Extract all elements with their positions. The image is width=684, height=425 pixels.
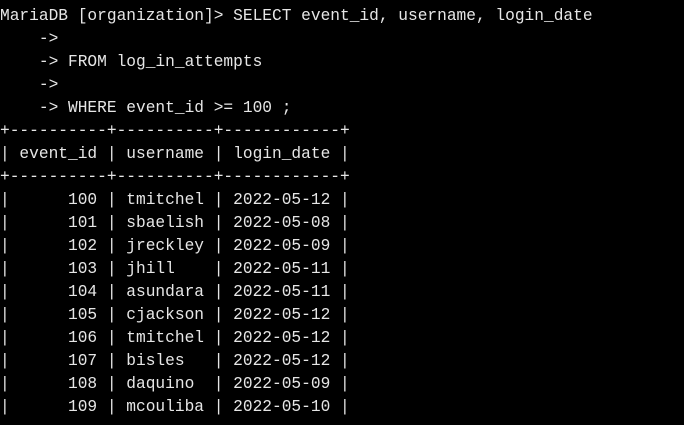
- table-row: | 108 | daquino | 2022-05-09 |: [0, 375, 350, 393]
- table-row: | 107 | bisles | 2022-05-12 |: [0, 352, 350, 370]
- continuation-line: -> WHERE event_id >= 100 ;: [0, 99, 292, 117]
- table-row: | 100 | tmitchel | 2022-05-12 |: [0, 191, 350, 209]
- table-row: | 104 | asundara | 2022-05-11 |: [0, 283, 350, 301]
- table-row: | 109 | mcouliba | 2022-05-10 |: [0, 398, 350, 416]
- table-row: | 105 | cjackson | 2022-05-12 |: [0, 306, 350, 324]
- table-border: +----------+----------+------------+: [0, 168, 350, 186]
- table-row: | 103 | jhill | 2022-05-11 |: [0, 260, 350, 278]
- terminal-window[interactable]: MariaDB [organization]> SELECT event_id,…: [0, 0, 684, 425]
- table-header: | event_id | username | login_date |: [0, 145, 350, 163]
- table-border: +----------+----------+------------+: [0, 122, 350, 140]
- table-row: | 101 | sbaelish | 2022-05-08 |: [0, 214, 350, 232]
- prompt-line: MariaDB [organization]> SELECT event_id,…: [0, 7, 593, 25]
- continuation-line: ->: [0, 30, 59, 48]
- table-row: | 106 | tmitchel | 2022-05-12 |: [0, 329, 350, 347]
- continuation-line: -> FROM log_in_attempts: [0, 53, 263, 71]
- table-row: | 102 | jreckley | 2022-05-09 |: [0, 237, 350, 255]
- continuation-line: ->: [0, 76, 59, 94]
